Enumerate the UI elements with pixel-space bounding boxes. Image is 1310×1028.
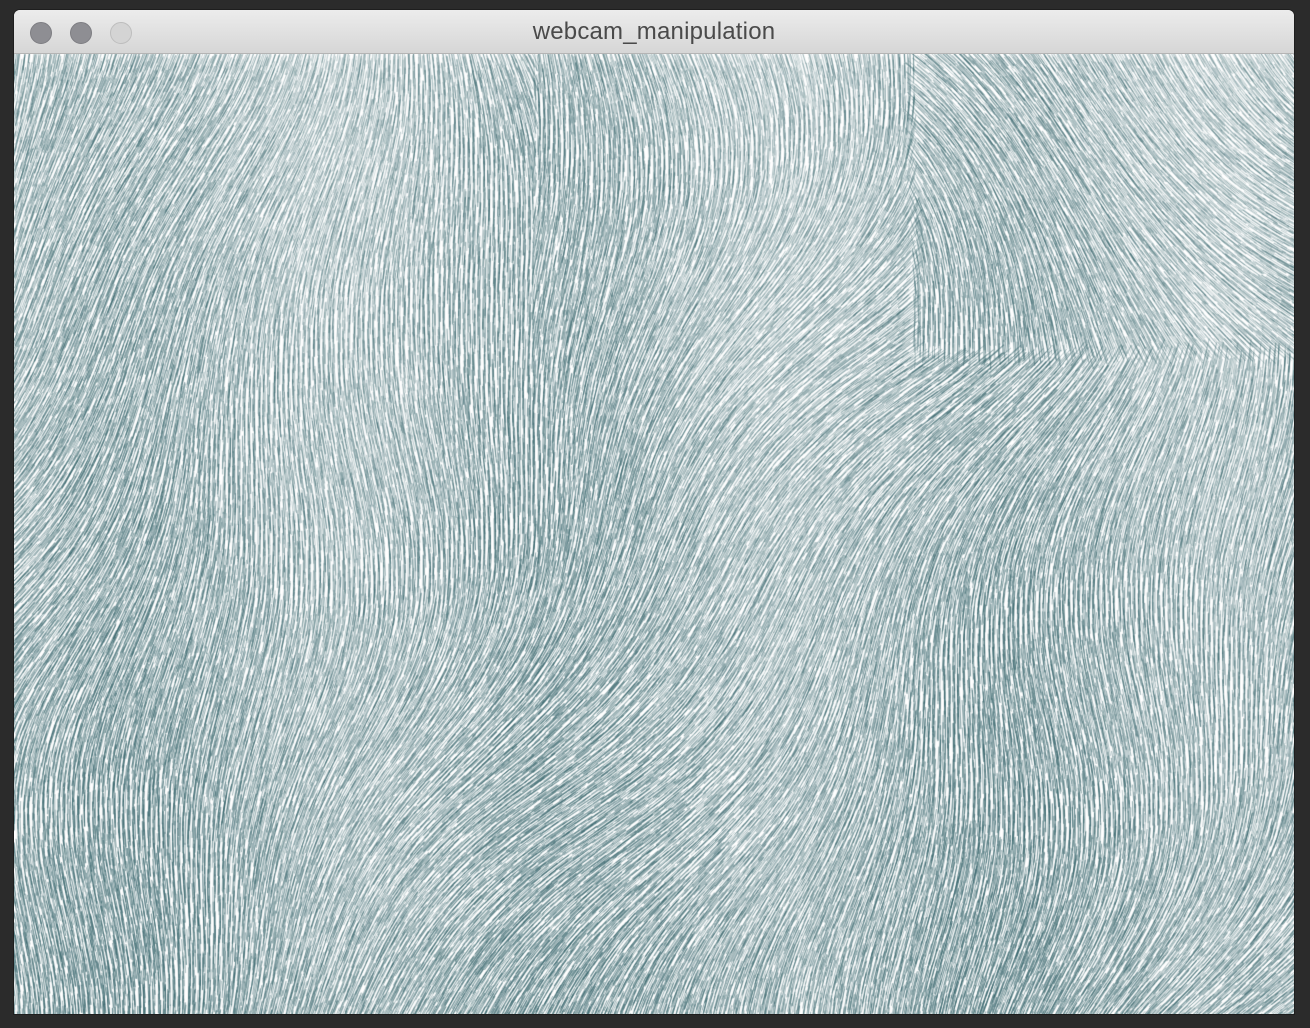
title-bar[interactable]: webcam_manipulation — [14, 10, 1294, 54]
app-window: webcam_manipulation — [14, 10, 1294, 1014]
sketch-canvas-area[interactable] — [14, 54, 1294, 1014]
window-title: webcam_manipulation — [532, 18, 776, 45]
flow-field-canvas[interactable] — [14, 54, 1294, 1014]
